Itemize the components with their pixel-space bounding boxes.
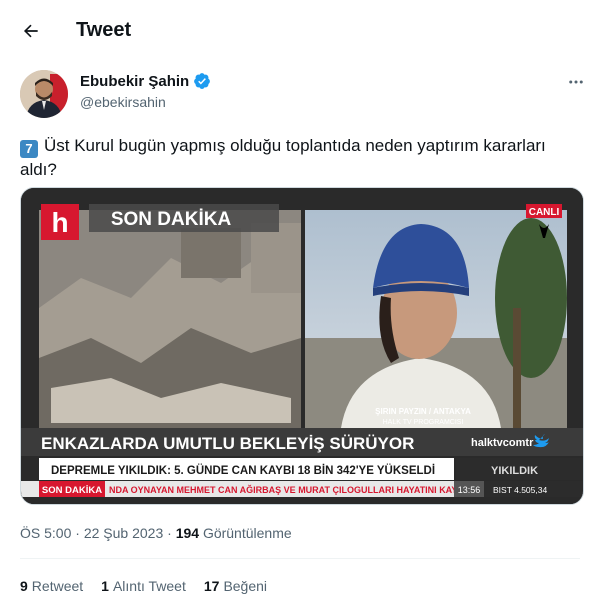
news-broadcast-still: h SON DAKİKA CANLI ŞIRIN PAYZIN / ANTAKY…	[21, 188, 583, 504]
channel-handle: halktvcomtr	[471, 437, 534, 449]
subheadline-text: DEPREMLE YIKILDIK: 5. GÜNDE CAN KAYBI 18…	[51, 464, 435, 477]
divider	[20, 558, 580, 559]
tweet-text: 7 Üst Kurul bugün yapmış olduğu toplantıd…	[20, 134, 580, 181]
meta-separator-2: ·	[167, 525, 172, 541]
header-bar: Tweet	[0, 0, 600, 62]
reporter-role: HALK TV PROGRAMCISI	[383, 419, 464, 426]
author-name[interactable]: Ebubekir Şahin	[80, 72, 211, 90]
back-button[interactable]	[14, 14, 48, 48]
meta-separator: ·	[75, 525, 80, 541]
headline-text: ENKAZLARDA UMUTLU BEKLEYİŞ SÜRÜYOR	[41, 434, 414, 453]
channel-logo: h	[51, 207, 68, 238]
likes-stat[interactable]: 17 Beğeni	[204, 578, 267, 594]
avatar[interactable]	[20, 70, 68, 118]
likes-label: Beğeni	[223, 578, 268, 594]
ticker-label: SON DAKİKA	[42, 485, 102, 496]
ticker-bist: BIST 4.505,34	[493, 485, 547, 495]
views-label: Görüntülenme	[202, 525, 292, 541]
avatar-image	[20, 70, 68, 118]
page-title: Tweet	[76, 19, 132, 41]
more-horizontal-icon	[569, 80, 583, 84]
ticker-text: NDA OYNAYAN MEHMET CAN AĞIRBAŞ VE MURAT …	[109, 484, 481, 495]
retweets-count: 9	[20, 578, 28, 594]
retweets-label: Retweet	[31, 578, 84, 594]
verified-badge-icon	[194, 73, 211, 89]
tweet-stats: 9 Retweet 1 Alıntı Tweet 17 Beğeni	[20, 578, 267, 594]
quotes-count: 1	[101, 578, 109, 594]
reporter-name: ŞIRIN PAYZIN / ANTAKYA	[375, 407, 471, 416]
tweet-media-image[interactable]: h SON DAKİKA CANLI ŞIRIN PAYZIN / ANTAKY…	[20, 187, 584, 505]
views-count: 194	[175, 525, 200, 541]
side-label: YIKILDIK	[491, 465, 538, 477]
breaking-news-banner: SON DAKİKA	[111, 209, 232, 230]
keycap-number-emoji: 7	[20, 140, 38, 158]
tweet-body: Üst Kurul bugün yapmış olduğu toplantıda…	[20, 136, 546, 179]
quotes-stat[interactable]: 1 Alıntı Tweet	[101, 578, 186, 594]
author-name-text: Ebubekir Şahin	[80, 72, 190, 90]
author-handle[interactable]: @ebekirsahin	[80, 94, 166, 110]
ticker-time: 13:56	[458, 485, 481, 495]
tweet-meta: ÖS 5:00 · 22 Şub 2023 · 194 Görüntülenme	[20, 525, 292, 541]
more-options-button[interactable]	[562, 68, 590, 96]
tweet-time[interactable]: ÖS 5:00	[20, 525, 71, 541]
quotes-label: Alıntı Tweet	[112, 578, 186, 594]
likes-count: 17	[203, 578, 220, 594]
retweets-stat[interactable]: 9 Retweet	[20, 578, 83, 594]
tweet-date[interactable]: 22 Şub 2023	[84, 525, 163, 541]
arrow-left-icon	[23, 24, 38, 38]
live-label: CANLI	[529, 207, 560, 218]
